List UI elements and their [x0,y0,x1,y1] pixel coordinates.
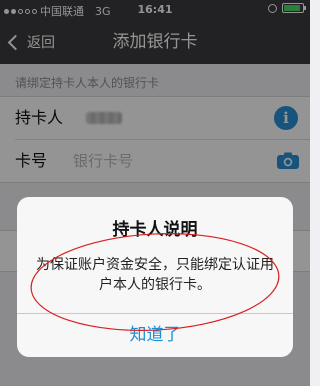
dialog-title: 持卡人说明 [112,220,198,240]
cardholder-dialog: 持卡人说明 为保证账户资金安全，只能绑定认证用户本人的银行卡。 知道了 [17,197,293,357]
dialog-confirm-button[interactable]: 知道了 [17,314,293,357]
dialog-message: 为保证账户资金安全，只能绑定认证用户本人的银行卡。 [36,257,274,293]
